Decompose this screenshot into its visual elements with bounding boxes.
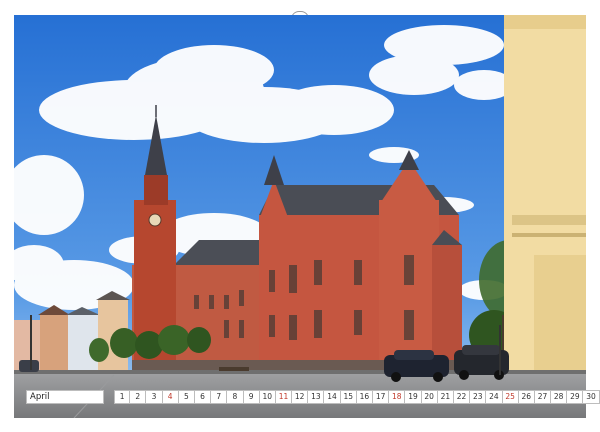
- calendar-day: 21: [437, 390, 454, 404]
- calendar-day: 16: [356, 390, 373, 404]
- calendar-strip: April 1 2 3 4 5 6 7 8 9 10 11 12 13 14 15 16 17 18 19 20 21 2…: [26, 390, 600, 404]
- calendar-day: 11: [275, 390, 293, 404]
- calendar-day: 7: [211, 390, 228, 404]
- calendar-day: 9: [243, 390, 260, 404]
- month-label: April: [26, 390, 104, 404]
- calendar-day: 18: [389, 390, 406, 404]
- calendar-day: 12: [292, 390, 309, 404]
- calendar-day: 14: [324, 390, 341, 404]
- calendar-day: 4: [162, 390, 179, 404]
- calendar-day: 29: [567, 390, 584, 404]
- calendar-day: 2: [130, 390, 147, 404]
- calendar-day: 5: [178, 390, 195, 404]
- bench: [219, 367, 249, 371]
- calendar-day: 13: [308, 390, 325, 404]
- calendar-day: 3: [146, 390, 163, 404]
- calendar-day: 22: [453, 390, 471, 404]
- calendar-day: 25: [502, 390, 519, 404]
- calendar-day: 20: [421, 390, 438, 404]
- day-row: 1 2 3 4 5 6 7 8 9 10 11 12 13 14 15 16 17 18 19 20 21 22 23 24 2…: [114, 390, 600, 404]
- calendar-day: 1: [114, 390, 131, 404]
- calendar-day: 27: [534, 390, 552, 404]
- calendar-day: 19: [405, 390, 422, 404]
- calendar-day: 30: [583, 390, 600, 404]
- right-building: [504, 15, 586, 418]
- calendar-day: 23: [470, 390, 487, 404]
- calendar-photo: [14, 15, 586, 418]
- calendar-day: 28: [551, 390, 568, 404]
- calendar-day: 26: [518, 390, 535, 404]
- calendar-day: 24: [486, 390, 503, 404]
- calendar-day: 15: [340, 390, 357, 404]
- calendar-day: 8: [227, 390, 244, 404]
- calendar-day: 17: [373, 390, 390, 404]
- calendar-day: 10: [259, 390, 276, 404]
- calendar-day: 6: [194, 390, 212, 404]
